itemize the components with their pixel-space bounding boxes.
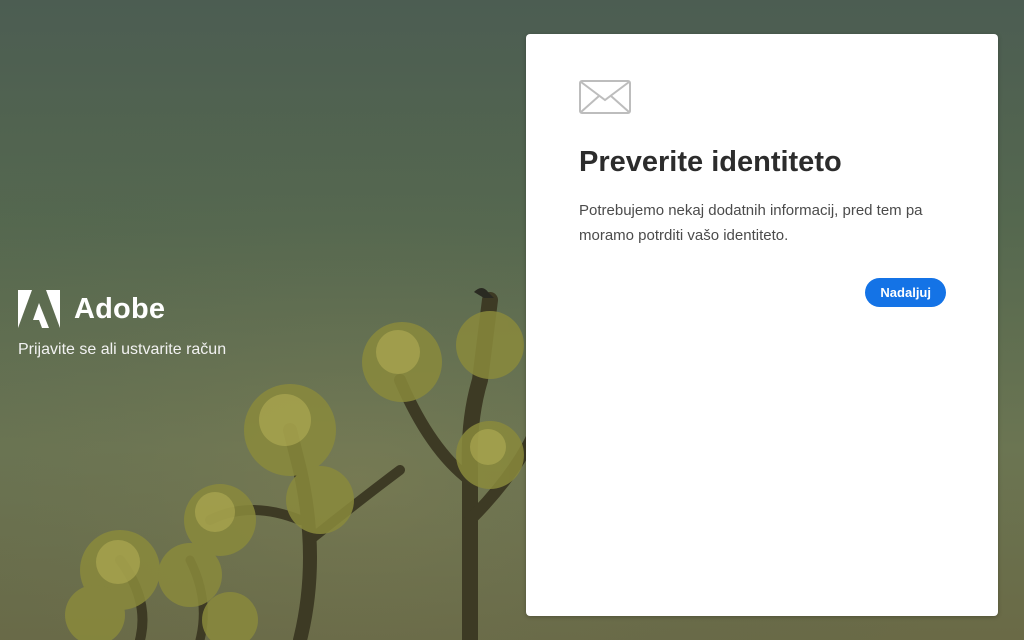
brand-block: Adobe Prijavite se ali ustvarite račun [18,290,226,360]
continue-button[interactable]: Nadaljuj [865,278,946,307]
page-background: Adobe Prijavite se ali ustvarite račun P… [0,0,1024,640]
envelope-icon [579,80,631,114]
verify-identity-card: Preverite identiteto Potrebujemo nekaj d… [526,34,998,616]
card-message: Potrebujemo nekaj dodatnih informacij, p… [579,202,923,244]
brand-row: Adobe [18,290,226,328]
adobe-logo-icon [18,290,60,328]
brand-name: Adobe [74,293,166,325]
brand-tagline: Prijavite se ali ustvarite račun [18,341,227,358]
page-title: Preverite identiteto [579,146,842,178]
card-actions: Nadaljuj [579,278,946,307]
